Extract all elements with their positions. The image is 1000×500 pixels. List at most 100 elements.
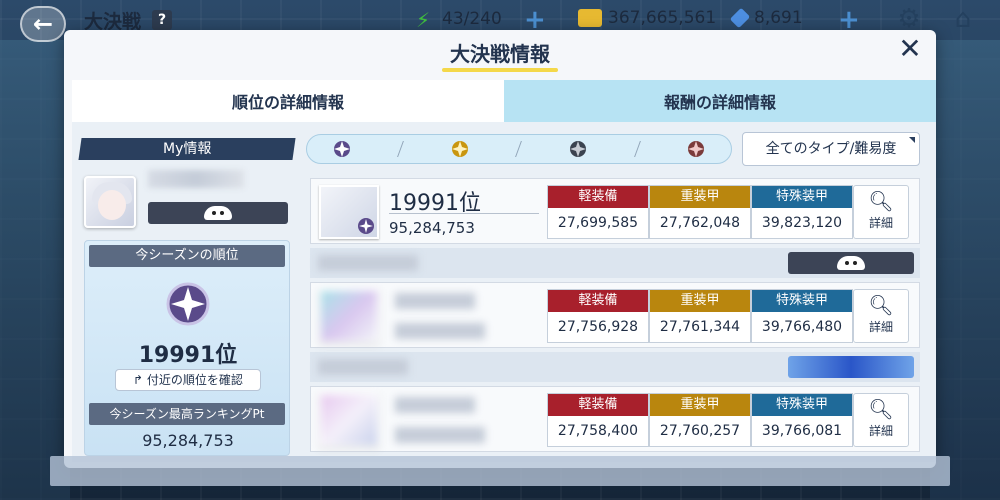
credit-card-icon [578,9,602,27]
close-icon[interactable]: ✕ [898,35,922,63]
ranking-entry: 軽装備 27,758,400 重装甲 27,760,257 特殊装甲 39,76… [310,386,920,452]
heavy-armor-value: 27,762,048 [659,215,741,231]
filter-tier-red-icon[interactable] [685,138,707,160]
heavy-armor-box: 重装甲 27,762,048 [649,185,751,239]
credits-value: 367,665,561 [608,8,717,28]
blurred-score [395,427,485,443]
entry-score: 95,284,753 [389,219,475,237]
title-underline [442,68,558,72]
lightning-icon: ⚡ [416,8,431,32]
tab-ranking-details[interactable]: 順位の詳細情報 [72,80,504,122]
nearby-rank-button[interactable]: ↱ 付近の順位を確認 [115,369,261,391]
tab-bar: 順位の詳細情報 報酬の詳細情報 [72,80,936,122]
ghost-icon [204,206,232,220]
detail-label: 詳細 [868,216,893,230]
special-armor-box: 特殊装甲 39,766,480 [751,289,853,343]
player-emblem-banner [788,356,914,378]
player-emblem [148,202,288,224]
entry-avatar [319,289,379,343]
filter-tier-dark-icon[interactable] [567,138,589,160]
background-panel-right [930,40,1000,500]
best-rank-label: 今シーズン最高ランキングPt [89,403,285,425]
detail-label: 詳細 [868,320,893,334]
detail-button[interactable]: 🔍︎ 詳細 [853,185,909,239]
tier-filter-bar [306,134,732,164]
type-difficulty-dropdown[interactable]: 全てのタイプ/難易度 [742,132,920,166]
gems-counter: 8,691 [729,7,803,29]
detail-button[interactable]: 🔍︎ 詳細 [853,289,909,343]
credits-counter: 367,665,561 [578,8,716,28]
blurred-player-name [148,170,244,188]
home-icon[interactable]: ⌂ [948,4,978,34]
best-rank-value: 95,284,753 [142,431,234,450]
ap-value: 43/240 [442,9,502,29]
heavy-armor-label: 重装甲 [650,186,750,208]
detail-label: 詳細 [868,424,893,438]
blurred-name [318,255,418,271]
light-armor-value: 27,756,928 [557,319,639,335]
heavy-armor-value: 27,760,257 [659,423,741,439]
gem-icon [729,7,751,29]
filter-tier-gold-icon[interactable] [449,138,471,160]
filter-separator [397,141,405,157]
entry-avatar [319,185,379,239]
special-armor-value: 39,823,120 [761,215,843,231]
special-armor-label: 特殊装甲 [752,290,852,312]
gems-value: 8,691 [754,8,803,28]
rank-emblem-icon [166,282,210,326]
special-armor-box: 特殊装甲 39,823,120 [751,185,853,239]
blurred-name [318,359,408,375]
light-armor-value: 27,758,400 [557,423,639,439]
light-armor-label: 軽装備 [548,394,648,416]
magnifier-icon: 🔍︎ [868,397,894,421]
light-armor-box: 軽装備 27,758,400 [547,393,649,447]
heavy-armor-value: 27,761,344 [659,319,741,335]
magnifier-icon: 🔍︎ [868,189,894,213]
light-armor-label: 軽装備 [548,290,648,312]
heavy-armor-label: 重装甲 [650,394,750,416]
light-armor-box: 軽装備 27,756,928 [547,289,649,343]
ranking-modal: 大決戦情報 ✕ 順位の詳細情報 報酬の詳細情報 My情報 今シーズンの順位 19… [64,30,936,468]
entry-gap-row [310,248,920,278]
filter-separator [633,141,641,157]
back-button[interactable]: ← [20,6,66,42]
detail-button[interactable]: 🔍︎ 詳細 [853,393,909,447]
ghost-icon [837,256,865,270]
light-armor-value: 27,699,585 [557,215,639,231]
entry-avatar [319,393,379,447]
background-footer-bar [50,456,950,486]
avatar-face [98,190,126,220]
magnifier-icon: 🔍︎ [868,293,894,317]
back-arrow-icon: ← [32,10,54,38]
filter-separator [515,141,523,157]
tab-reward-details[interactable]: 報酬の詳細情報 [504,80,936,122]
blurred-rank [395,293,475,309]
heavy-armor-label: 重装甲 [650,290,750,312]
ranking-entry: 軽装備 27,756,928 重装甲 27,761,344 特殊装甲 39,76… [310,282,920,348]
entry-divider [389,213,539,214]
light-armor-label: 軽装備 [548,186,648,208]
special-armor-label: 特殊装甲 [752,186,852,208]
background-panel-left [0,40,70,500]
blurred-rank [395,397,475,413]
filter-tier-purple-icon[interactable] [331,138,353,160]
blurred-score [395,323,485,339]
ranking-entry: 19991位 95,284,753 軽装備 27,699,585 重装甲 27,… [310,178,920,244]
special-armor-label: 特殊装甲 [752,394,852,416]
my-info-label: My情報 [162,141,212,157]
special-armor-value: 39,766,480 [761,319,843,335]
mini-rank-emblem-icon [358,218,374,234]
season-panel: 今シーズンの順位 19991位 ↱ 付近の順位を確認 今シーズン最高ランキングP… [84,240,290,456]
nearby-rank-label: 付近の順位を確認 [146,373,243,387]
special-armor-box: 特殊装甲 39,766,081 [751,393,853,447]
my-info-header: My情報 [78,138,296,160]
light-armor-box: 軽装備 27,699,585 [547,185,649,239]
avatar [84,176,136,228]
season-rank-value: 19991位 [138,343,238,368]
special-armor-value: 39,766,081 [761,423,843,439]
modal-title: 大決戦情報 [450,42,550,66]
player-emblem [788,252,914,274]
heavy-armor-box: 重装甲 27,760,257 [649,393,751,447]
heavy-armor-box: 重装甲 27,761,344 [649,289,751,343]
help-button[interactable]: ? [152,10,172,30]
